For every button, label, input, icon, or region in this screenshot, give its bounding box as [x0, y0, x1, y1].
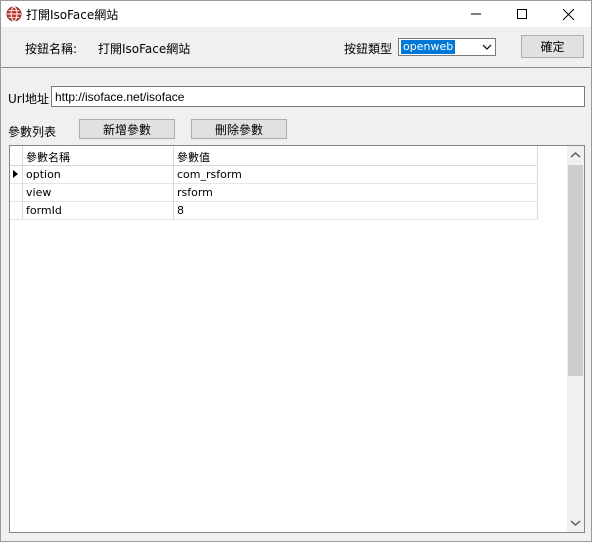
maximize-icon — [517, 9, 527, 19]
globe-icon — [6, 6, 22, 22]
scroll-down-icon[interactable] — [570, 519, 581, 527]
button-name-value: 打開IsoFace網站 — [98, 42, 191, 56]
param-value-cell[interactable]: com_rsform — [177, 168, 242, 181]
param-value-cell[interactable]: 8 — [177, 204, 184, 217]
url-input[interactable] — [51, 86, 585, 107]
column-header-name[interactable]: 參數名稱 — [26, 149, 70, 165]
maximize-button[interactable] — [499, 1, 545, 27]
header-panel: 按鈕名稱: 打開IsoFace網站 按鈕類型 — [1, 27, 591, 68]
table-row[interactable]: view rsform — [10, 183, 538, 202]
url-label: Url地址 — [8, 92, 50, 106]
column-separator — [173, 146, 174, 165]
add-param-button[interactable]: 新增參數 — [79, 119, 175, 139]
column-separator — [537, 201, 538, 219]
column-separator — [22, 146, 23, 165]
row-header[interactable] — [10, 183, 23, 201]
minimize-icon — [471, 13, 481, 15]
row-header[interactable] — [10, 165, 23, 183]
param-value-cell[interactable]: rsform — [177, 186, 213, 199]
button-name-label: 按鈕名稱: — [25, 42, 78, 56]
params-grid[interactable]: 參數名稱 參數值 option com_rsform view rsform f… — [9, 145, 585, 533]
vertical-scrollbar[interactable] — [567, 146, 584, 532]
chevron-down-icon — [482, 44, 492, 50]
column-separator — [173, 183, 174, 201]
close-button[interactable] — [545, 1, 591, 27]
table-row[interactable]: formId 8 — [10, 201, 538, 220]
param-name-cell[interactable]: formId — [26, 204, 62, 217]
column-separator — [173, 201, 174, 219]
column-separator — [537, 146, 538, 165]
window-title: 打開IsoFace網站 — [26, 8, 119, 22]
scroll-thumb[interactable] — [568, 165, 583, 376]
column-separator — [537, 165, 538, 183]
table-row[interactable]: option com_rsform — [10, 165, 538, 184]
row-header[interactable] — [10, 201, 23, 219]
close-icon — [562, 8, 574, 20]
column-separator — [537, 183, 538, 201]
button-type-select[interactable]: openweb — [398, 38, 496, 56]
window: 打開IsoFace網站 按鈕名稱: 打開IsoFace網站 按鈕類型 openw… — [0, 0, 592, 542]
minimize-button[interactable] — [453, 1, 499, 27]
column-header-value[interactable]: 參數值 — [177, 149, 210, 165]
param-name-cell[interactable]: view — [26, 186, 51, 199]
params-label: 參數列表 — [8, 125, 57, 139]
grid-header: 參數名稱 參數值 — [10, 146, 538, 166]
param-name-cell[interactable]: option — [26, 168, 61, 181]
button-type-selected: openweb — [401, 40, 456, 54]
column-separator — [173, 165, 174, 183]
scroll-up-icon[interactable] — [570, 151, 581, 159]
confirm-button[interactable]: 確定 — [521, 35, 584, 58]
button-type-label: 按鈕類型 — [344, 42, 393, 56]
delete-param-button[interactable]: 刪除參數 — [191, 119, 287, 139]
current-row-arrow-icon — [13, 170, 18, 178]
title-bar: 打開IsoFace網站 — [1, 1, 591, 27]
